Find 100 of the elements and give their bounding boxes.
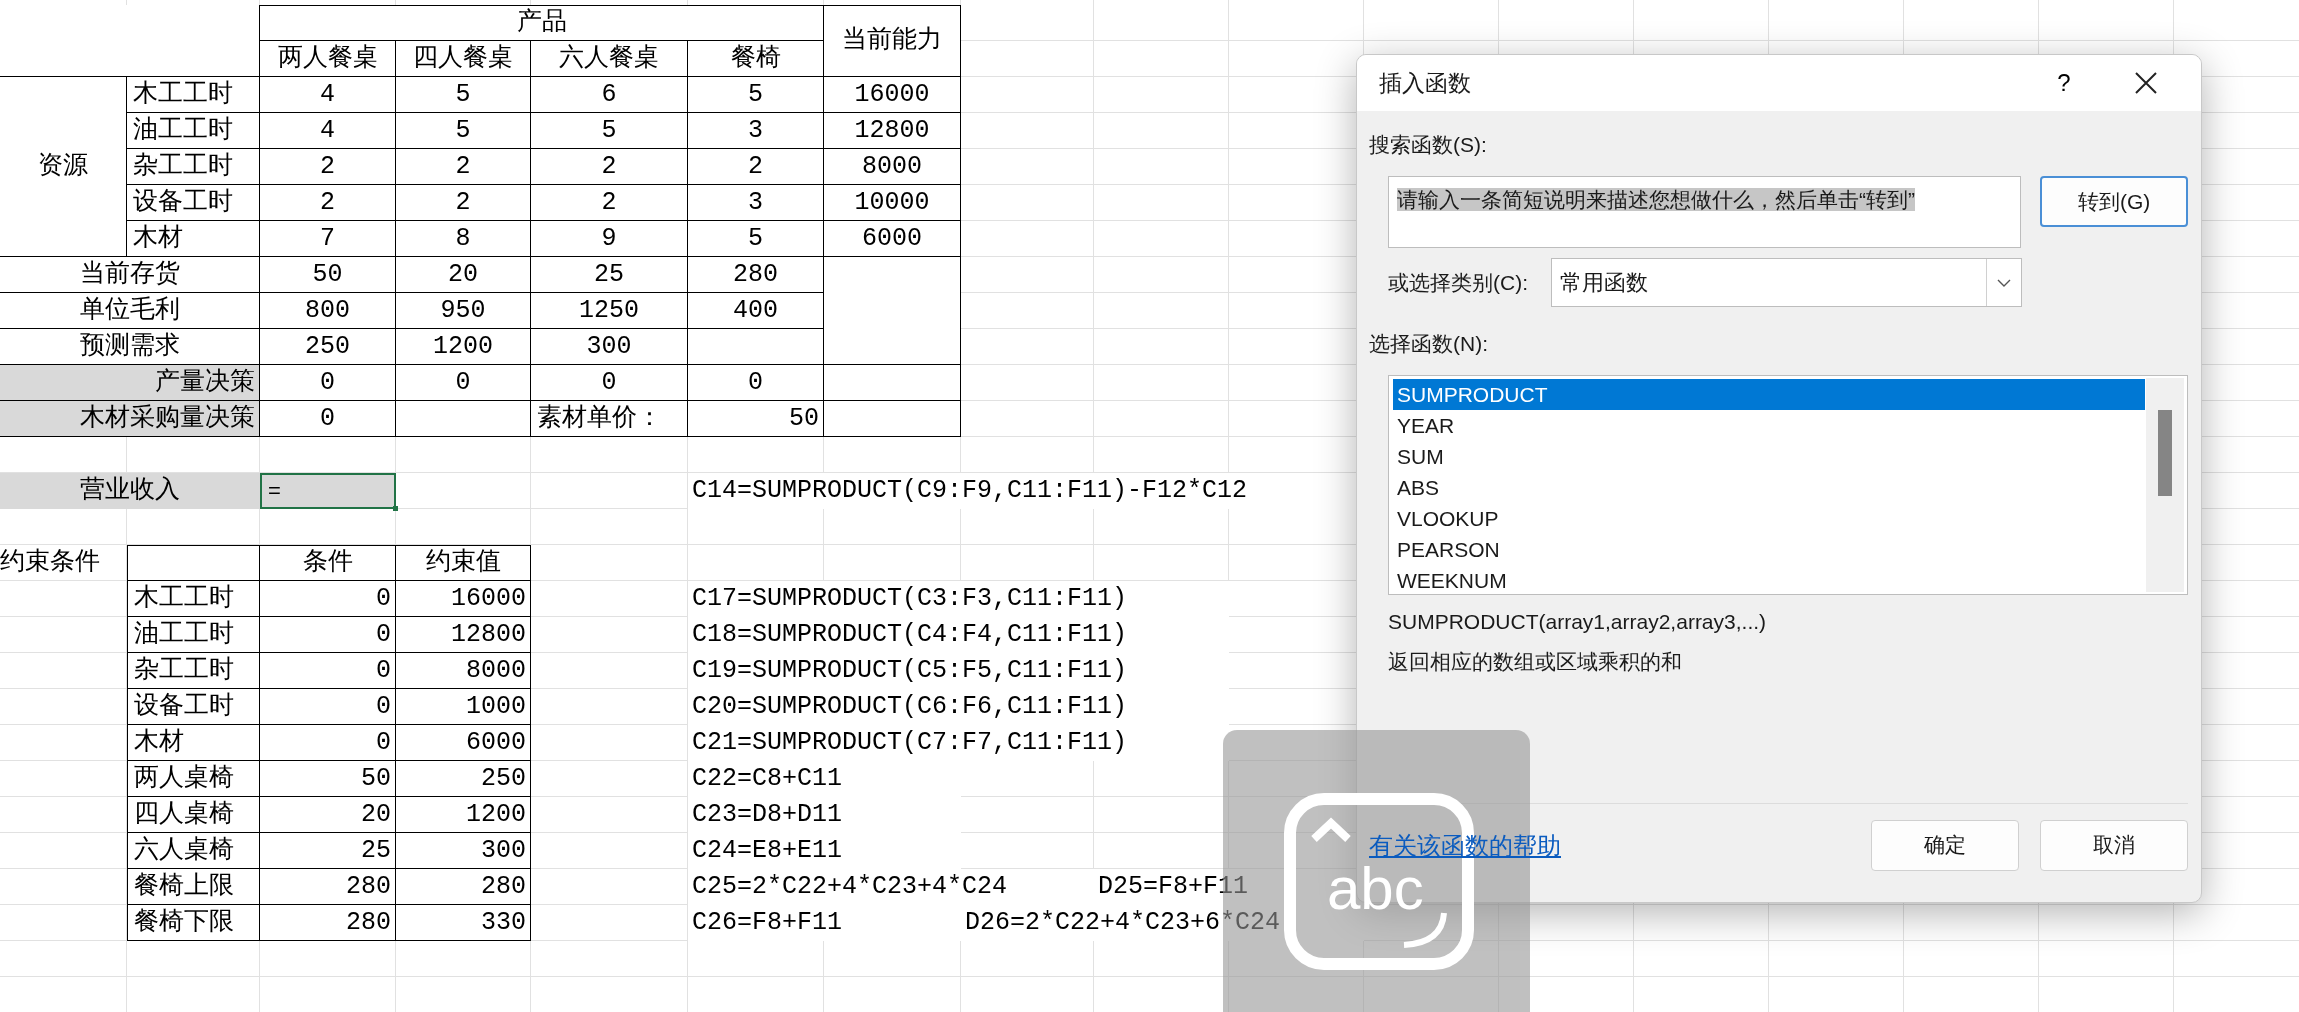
table-cell: 280 (260, 869, 396, 905)
row-header: 六人桌椅 (127, 833, 260, 869)
formula-text: C21=SUMPRODUCT(C7:F7,C11:F11) (688, 725, 1229, 761)
column-header: 条件 (260, 545, 396, 581)
table-cell: 1200 (396, 797, 531, 833)
table-cell: 0 (531, 365, 688, 401)
row-header: 木材采购量决策 (0, 401, 260, 437)
table-cell: 400 (688, 293, 824, 329)
formula-text: C25=2*C22+4*C23+4*C24 (688, 869, 1094, 905)
function-item[interactable]: VLOOKUP (1393, 503, 2145, 534)
table-cell: 9 (531, 221, 688, 257)
table-cell: 800 (260, 293, 396, 329)
table-cell: 330 (396, 905, 531, 941)
help-button[interactable]: ? (2049, 69, 2079, 97)
table-cell: 6000 (396, 725, 531, 761)
field-label: 或选择类别(C): (1388, 270, 1529, 296)
table-cell: 2 (396, 185, 531, 221)
table-cell: 0 (260, 617, 396, 653)
table-cell: 300 (531, 329, 688, 365)
row-header: 营业收入 (0, 473, 260, 509)
table-cell: 5 (688, 221, 824, 257)
formula-text: C26=F8+F11 (688, 905, 961, 941)
table-cell: 2 (260, 149, 396, 185)
row-header: 木工工时 (127, 581, 260, 617)
table-cell: 50 (260, 257, 396, 293)
function-item[interactable]: WEEKNUM (1393, 565, 2145, 596)
table-cell: 1250 (531, 293, 688, 329)
table-cell: 12800 (396, 617, 531, 653)
formula-text: C22=C8+C11 (688, 761, 961, 797)
table-cell: 0 (260, 401, 396, 437)
category-dropdown[interactable]: 常用函数 (1551, 258, 2022, 307)
table-cell: 0 (260, 581, 396, 617)
table-cell: 20 (260, 797, 396, 833)
table-cell: 280 (260, 905, 396, 941)
formula-text: C24=E8+E11 (688, 833, 961, 869)
row-header: 杂工工时 (127, 149, 260, 185)
row-header: 资源 (0, 77, 127, 257)
table-cell: 6 (531, 77, 688, 113)
function-item[interactable]: SUMPRODUCT (1393, 379, 2145, 410)
scrollbar-thumb[interactable] (2158, 410, 2172, 496)
table-cell: 素材单价： (531, 401, 688, 437)
table-cell: 0 (260, 689, 396, 725)
table-cell: 6000 (824, 221, 961, 257)
row-header: 木工工时 (127, 77, 260, 113)
cancel-button[interactable]: 取消 (2040, 819, 2188, 871)
table-cell: 280 (688, 257, 824, 293)
table-cell: 2 (531, 149, 688, 185)
table-cell: 8 (396, 221, 531, 257)
table-cell: 7 (260, 221, 396, 257)
table-cell: 20 (396, 257, 531, 293)
row-header: 木材 (127, 221, 260, 257)
table-cell: 16000 (396, 581, 531, 617)
table-cell: 50 (688, 401, 824, 437)
row-header: 四人桌椅 (127, 797, 260, 833)
table-cell: 280 (396, 869, 531, 905)
table-cell: 50 (260, 761, 396, 797)
formula-text: C18=SUMPRODUCT(C4:F4,C11:F11) (688, 617, 1229, 653)
function-item[interactable]: YEAR (1393, 410, 2145, 441)
dialog-title: 插入函数 (1379, 68, 1471, 98)
row-header: 预测需求 (0, 329, 260, 365)
table-cell: 0 (396, 365, 531, 401)
search-field[interactable]: 请输入一条简短说明来描述您想做什么，然后单击“转到” (1388, 176, 2022, 248)
table-cell: 250 (260, 329, 396, 365)
ok-button[interactable]: 确定 (1871, 819, 2019, 871)
function-signature: SUMPRODUCT(array1,array2,array3,...) (1388, 609, 1768, 635)
table-cell: 4 (260, 113, 396, 149)
formula-text: C20=SUMPRODUCT(C6:F6,C11:F11) (688, 689, 1229, 725)
table-cell: 0 (688, 365, 824, 401)
selected-cell[interactable]: = (260, 473, 396, 509)
table-title: 约束条件 (0, 547, 101, 579)
row-header: 油工工时 (127, 113, 260, 149)
scrollbar[interactable] (2146, 378, 2184, 592)
table-cell: 1200 (396, 329, 531, 365)
table-cell: 8000 (396, 653, 531, 689)
field-label: 选择函数(N): (1369, 331, 1489, 357)
go-button[interactable]: 转到(G) (2040, 176, 2188, 227)
table-cell: 950 (396, 293, 531, 329)
table-cell: 16000 (824, 77, 961, 113)
function-item[interactable]: PEARSON (1393, 534, 2145, 565)
row-header: 当前存货 (0, 257, 260, 293)
column-header: 四人餐桌 (396, 41, 531, 77)
table-cell: 2 (260, 185, 396, 221)
function-item[interactable]: ABS (1393, 472, 2145, 503)
table-cell: 8000 (824, 149, 961, 185)
row-header: 设备工时 (127, 689, 260, 725)
table-cell: 2 (396, 149, 531, 185)
row-header: 产量决策 (0, 365, 260, 401)
table-cell: 2 (688, 149, 824, 185)
column-header: 当前能力 (824, 5, 961, 77)
function-item[interactable]: SUM (1393, 441, 2145, 472)
row-header: 单位毛利 (0, 293, 260, 329)
table-cell: 5 (688, 77, 824, 113)
formula-text: C17=SUMPRODUCT(C3:F3,C11:F11) (688, 581, 1229, 617)
table-cell: 250 (396, 761, 531, 797)
row-header: 两人桌椅 (127, 761, 260, 797)
row-header: 餐椅上限 (127, 869, 260, 905)
function-description: 返回相应的数组或区域乘积的和 (1388, 649, 1683, 675)
row-header: 油工工时 (127, 617, 260, 653)
table-cell: 0 (260, 725, 396, 761)
chevron-down-icon (1997, 278, 2011, 287)
